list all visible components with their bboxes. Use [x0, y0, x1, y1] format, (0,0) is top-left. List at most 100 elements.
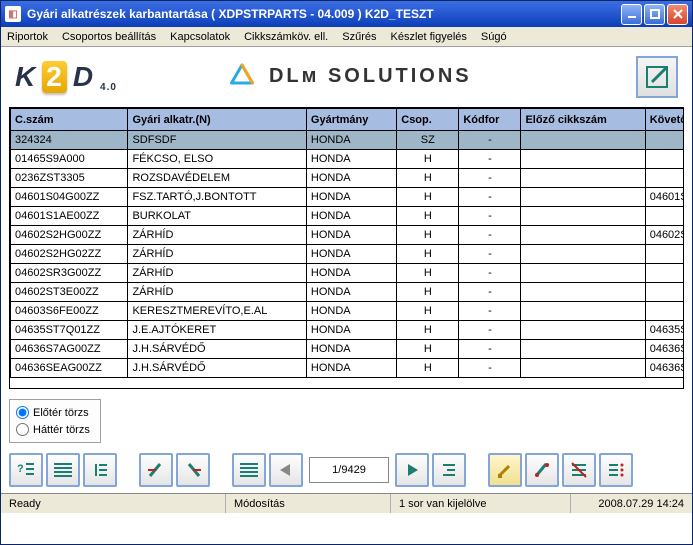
table-cell[interactable]: - [459, 207, 521, 226]
table-cell[interactable]: ZÁRHÍD [128, 264, 306, 283]
header-edit-button[interactable] [636, 56, 678, 98]
tb-list-narrow[interactable] [83, 453, 117, 487]
table-row[interactable]: 0236ZST3305ROZSDAVÉDELEMHONDAH- [11, 169, 684, 188]
table-cell[interactable]: 0236ZST3305 [11, 169, 128, 188]
col-gyari-alkatr[interactable]: Gyári alkatr.(N) [128, 109, 306, 131]
table-cell[interactable]: H [397, 207, 459, 226]
table-cell[interactable]: SZ [397, 131, 459, 150]
table-cell[interactable]: 04603S6FE00ZZ [11, 302, 128, 321]
radio-eloter-torzs-input[interactable] [16, 406, 29, 419]
table-cell[interactable]: - [459, 150, 521, 169]
table-row[interactable]: 04601S1AE00ZZBURKOLATHONDAH- [11, 207, 684, 226]
col-gyartmany[interactable]: Gyártmány [306, 109, 396, 131]
table-cell[interactable]: ROZSDAVÉDELEM [128, 169, 306, 188]
table-cell[interactable] [645, 302, 683, 321]
table-cell[interactable]: 01465S9A000 [11, 150, 128, 169]
table-cell[interactable]: H [397, 264, 459, 283]
table-cell[interactable]: - [459, 245, 521, 264]
tb-list-lines[interactable] [46, 453, 80, 487]
table-cell[interactable]: ZÁRHÍD [128, 226, 306, 245]
table-cell[interactable]: HONDA [306, 359, 396, 378]
tb-cut-right[interactable] [176, 453, 210, 487]
table-cell[interactable]: - [459, 131, 521, 150]
table-cell[interactable]: 04602S2HG02ZZ [11, 245, 128, 264]
menu-riportok[interactable]: Riportok [7, 31, 48, 43]
tb-align-right[interactable] [432, 453, 466, 487]
table-cell[interactable]: - [459, 188, 521, 207]
table-cell[interactable]: J.E.AJTÓKERET [128, 321, 306, 340]
minimize-button[interactable] [621, 4, 642, 25]
table-row[interactable]: 04603S6FE00ZZKERESZTMEREVÍTO,E.ALHONDAH- [11, 302, 684, 321]
table-cell[interactable] [521, 321, 645, 340]
table-cell[interactable] [521, 359, 645, 378]
tb-nav-prev[interactable] [269, 453, 303, 487]
table-cell[interactable]: HONDA [306, 188, 396, 207]
table-cell[interactable] [521, 226, 645, 245]
tb-nav-next[interactable] [395, 453, 429, 487]
menu-kapcsolatok[interactable]: Kapcsolatok [170, 31, 230, 43]
tb-cut-left[interactable] [139, 453, 173, 487]
table-cell[interactable]: H [397, 321, 459, 340]
table-scroll[interactable]: C.szám Gyári alkatr.(N) Gyártmány Csop. … [10, 108, 683, 388]
table-cell[interactable] [521, 207, 645, 226]
table-cell[interactable]: 324324 [11, 131, 128, 150]
table-cell[interactable]: H [397, 283, 459, 302]
table-cell[interactable] [521, 302, 645, 321]
table-cell[interactable]: HONDA [306, 150, 396, 169]
menu-csoportos-beallitas[interactable]: Csoportos beállítás [62, 31, 156, 43]
table-cell[interactable]: - [459, 283, 521, 302]
table-cell[interactable]: H [397, 359, 459, 378]
close-button[interactable] [667, 4, 688, 25]
radio-eloter-torzs[interactable]: Előtér törzs [16, 404, 94, 421]
table-cell[interactable] [521, 150, 645, 169]
table-cell[interactable]: 04602SR3G00ZZ [11, 264, 128, 283]
table-cell[interactable] [645, 245, 683, 264]
tb-align-lines[interactable] [232, 453, 266, 487]
menu-keszlet-figyeles[interactable]: Készlet figyelés [390, 31, 466, 43]
table-cell[interactable] [521, 188, 645, 207]
tb-edit-pencil[interactable] [488, 453, 522, 487]
table-row[interactable]: 04601S04G00ZZFSZ.TARTÓ,J.BONTOTTHONDAH-0… [11, 188, 684, 207]
table-row[interactable]: 04636SEAG00ZZJ.H.SÁRVÉDŐHONDAH-04636SEAG… [11, 359, 684, 378]
table-cell[interactable]: - [459, 302, 521, 321]
table-cell[interactable]: HONDA [306, 264, 396, 283]
table-cell[interactable]: HONDA [306, 169, 396, 188]
table-row[interactable]: 04636S7AG00ZZJ.H.SÁRVÉDŐHONDAH-04636S7AG… [11, 340, 684, 359]
table-cell[interactable]: HONDA [306, 283, 396, 302]
table-cell[interactable]: HONDA [306, 340, 396, 359]
table-cell[interactable]: ZÁRHÍD [128, 283, 306, 302]
col-kodfor[interactable]: Kódfor [459, 109, 521, 131]
table-cell[interactable]: HONDA [306, 245, 396, 264]
menu-szures[interactable]: Szűrés [342, 31, 376, 43]
table-cell[interactable]: H [397, 150, 459, 169]
table-cell[interactable]: J.H.SÁRVÉDŐ [128, 359, 306, 378]
table-cell[interactable]: - [459, 321, 521, 340]
table-cell[interactable] [645, 169, 683, 188]
table-cell[interactable]: H [397, 245, 459, 264]
table-cell[interactable]: 04636S7AG01ZZ [645, 340, 683, 359]
table-cell[interactable]: 04602S2HG00ZZ [11, 226, 128, 245]
maximize-button[interactable] [644, 4, 665, 25]
tb-question-list[interactable]: ? [9, 453, 43, 487]
table-cell[interactable]: H [397, 188, 459, 207]
table-cell[interactable]: HONDA [306, 207, 396, 226]
radio-hatter-torzs-input[interactable] [16, 423, 29, 436]
table-cell[interactable] [645, 207, 683, 226]
col-csop[interactable]: Csop. [397, 109, 459, 131]
table-cell[interactable] [521, 169, 645, 188]
tb-list-dots[interactable] [599, 453, 633, 487]
menu-cikkszamkov-ell[interactable]: Cikkszámköv. ell. [244, 31, 328, 43]
table-cell[interactable]: H [397, 302, 459, 321]
table-cell[interactable]: - [459, 226, 521, 245]
table-cell[interactable] [521, 264, 645, 283]
table-cell[interactable]: - [459, 264, 521, 283]
table-cell[interactable]: KERESZTMEREVÍTO,E.AL [128, 302, 306, 321]
table-cell[interactable]: 04602ST3E00ZZ [11, 283, 128, 302]
table-cell[interactable]: 04601S04A00ZZ [645, 188, 683, 207]
table-cell[interactable] [645, 131, 683, 150]
table-cell[interactable]: H [397, 169, 459, 188]
table-cell[interactable] [521, 340, 645, 359]
table-cell[interactable] [521, 283, 645, 302]
table-cell[interactable]: - [459, 359, 521, 378]
table-row[interactable]: 04635ST7Q01ZZJ.E.AJTÓKERETHONDAH-04635ST… [11, 321, 684, 340]
